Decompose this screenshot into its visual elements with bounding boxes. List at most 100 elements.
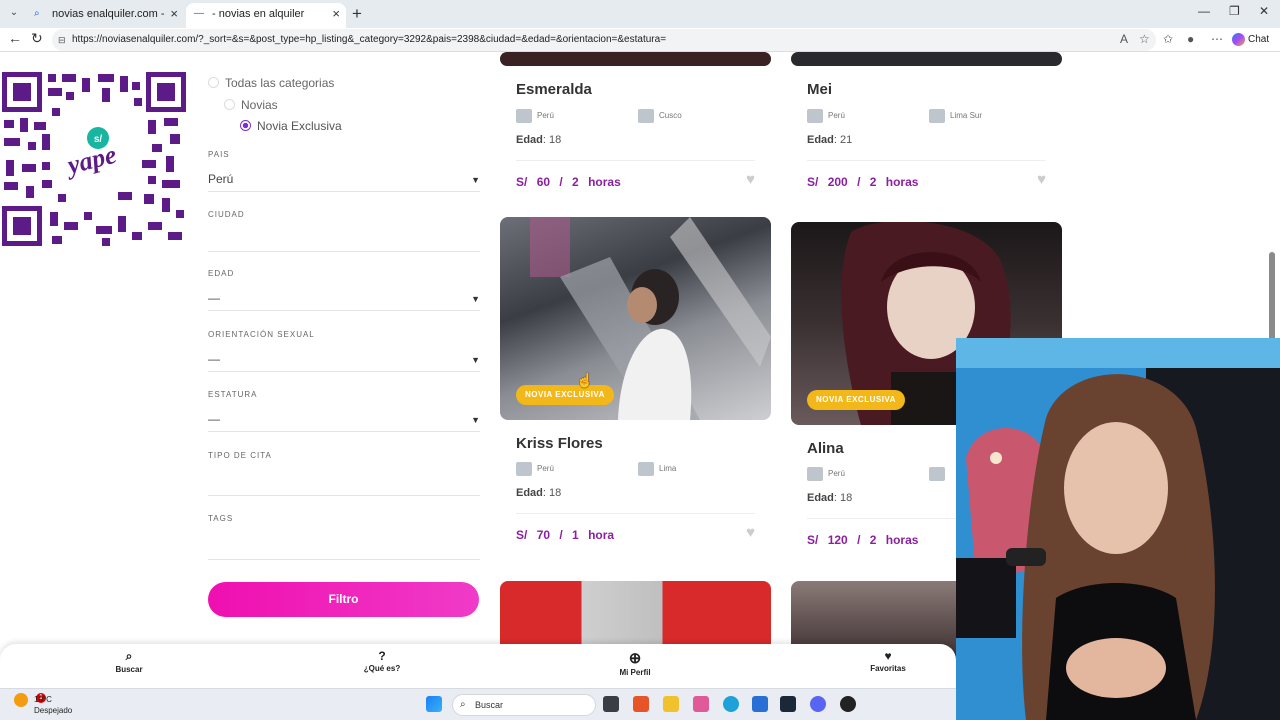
duration: / 2 horas [857,175,919,189]
copilot-icon [1232,33,1245,46]
nav-que-es[interactable]: ? ¿Qué es? [358,649,406,673]
address-bar[interactable]: ⊟ https://noviasenalquiler.com/?_sort=&s… [52,29,1156,51]
country-text: Perú [828,111,845,121]
browser-toolbar: ← ↻ ⊟ https://noviasenalquiler.com/?_sor… [0,28,1280,52]
nav-label: Buscar [115,665,143,674]
city-text: Lima Sur [950,111,983,121]
listing-price: S/ 120 / 2 horas [807,533,918,547]
listing-age: Edad: 21 [807,134,853,146]
filtro-button[interactable]: Filtro [208,582,479,617]
heart-icon[interactable]: ♥ [746,171,755,188]
nav-favoritas[interactable]: ♥ Favoritas [864,649,912,673]
search-icon: ⌕ [125,649,133,663]
tab-novias[interactable]: — - novias en alquiler × [186,3,346,28]
read-aloud-icon[interactable]: A [1120,32,1128,46]
listing-city [929,467,950,481]
city-text: Lima [659,464,677,474]
taskbar-search[interactable]: ⌕ Buscar [452,694,596,716]
more-icon[interactable]: ⋯ [1211,32,1223,46]
building-icon [638,462,654,476]
currency: S/ [516,528,528,542]
chevron-down-icon: ▼ [471,355,480,365]
duration: / 2 horas [857,533,919,547]
price-value: 70 [536,528,551,542]
divider [807,160,1046,161]
brave-icon[interactable] [633,696,649,712]
ciudad-label: CIUDAD [208,210,245,219]
tab-actions-menu-icon[interactable]: ⌄ [6,5,22,21]
radio-checked-icon[interactable] [240,120,251,131]
webcam-overlay [956,338,1280,720]
copilot-app-icon[interactable] [693,696,709,712]
back-icon[interactable]: ← [8,30,22,46]
listing-name[interactable]: Mei [807,81,832,98]
flag-icon [807,467,823,481]
pais-select[interactable]: Perú ▼ [208,170,480,192]
weather-widget[interactable]: 1 10°C Despejado [14,693,72,715]
search-icon: ⌕ [34,8,40,19]
nav-buscar[interactable]: ⌕ Buscar [110,649,148,674]
browser-tab-bar: ⌄ ⌕ novias enalquiler.com - Búsqueda × —… [0,0,1280,42]
listing-photo[interactable] [500,52,771,66]
orientacion-select[interactable]: — ▼ [208,350,480,372]
edad-select[interactable]: — ▼ [208,289,480,311]
chat-label: Chat [1248,34,1270,46]
listing-city: Cusco [638,109,682,123]
exclusive-badge: NOVIA EXCLUSIVA [516,385,614,405]
listing-card[interactable]: NOVIA EXCLUSIVA Kriss Flores Perú Lima E… [500,217,771,555]
listing-card[interactable]: Mei Perú Lima Sur Edad: 21 S/ 200 / 2 ho… [791,52,1062,200]
building-icon [638,109,654,123]
favorites-icon[interactable]: ✩ [1163,32,1173,46]
heart-icon[interactable]: ♥ [746,524,755,541]
listing-price: S/ 70 / 1 hora [516,528,614,542]
store-icon[interactable] [752,696,768,712]
app-icon[interactable] [840,696,856,712]
category-novia-exclusiva[interactable]: Novia Exclusiva [240,119,342,133]
age-value: 18 [549,487,562,499]
radio-icon[interactable] [224,99,235,110]
close-window-icon[interactable]: ✕ [1259,4,1269,18]
estatura-select[interactable]: — ▼ [208,410,480,432]
listing-card[interactable]: Esmeralda Perú Cusco Edad: 18 S/ 60 / 2 … [500,52,771,200]
reload-icon[interactable]: ↻ [31,30,43,47]
category-novias[interactable]: Novias [224,98,278,112]
heart-icon[interactable]: ♥ [1037,171,1046,188]
weather-condition: Despejado [34,706,73,715]
bottom-navigation: ⌕ Buscar ? ¿Qué es? ⊕ Mi Perfil ♥ Favoritas [0,644,956,688]
plus-circle-icon: ⊕ [628,650,642,667]
tab-search[interactable]: ⌕ novias enalquiler.com - Búsqueda × [26,3,184,42]
ciudad-select[interactable] [208,230,480,252]
nav-mi-perfil[interactable]: ⊕ Mi Perfil [612,649,658,677]
listing-name[interactable]: Alina [807,440,844,457]
profile-icon[interactable]: ● [1187,32,1194,46]
restore-icon[interactable]: ❐ [1229,4,1240,18]
steam-icon[interactable] [780,696,796,712]
estatura-label: ESTATURA [208,390,258,399]
category-todas[interactable]: Todas las categorias [208,76,334,90]
scrollbar-thumb[interactable] [1269,252,1275,340]
favorite-star-icon[interactable]: ☆ [1139,32,1150,46]
windows-start-icon[interactable] [426,696,442,712]
tags-input[interactable] [208,538,480,560]
minimize-icon[interactable]: — [1198,4,1210,18]
discord-icon[interactable] [810,696,826,712]
task-view-icon[interactable] [603,696,619,712]
new-tab-icon[interactable]: + [352,3,362,25]
site-info-icon[interactable]: ⊟ [58,29,66,51]
tab-title: - novias en alquiler [212,8,305,20]
orientacion-label: ORIENTACIÓN SEXUAL [208,330,315,339]
price-value: 200 [827,175,848,189]
flag-icon [516,462,532,476]
tipo-cita-select[interactable] [208,474,480,496]
edge-icon[interactable] [723,696,739,712]
radio-icon[interactable] [208,77,219,88]
listing-name[interactable]: Esmeralda [516,81,592,98]
copilot-chat-button[interactable]: Chat [1232,33,1269,46]
chevron-down-icon: ▼ [471,415,480,425]
close-icon[interactable]: × [332,3,340,25]
close-icon[interactable]: × [170,3,178,25]
listing-price: S/ 60 / 2 horas [516,175,621,189]
listing-name[interactable]: Kriss Flores [516,435,603,452]
listing-photo[interactable] [791,52,1062,66]
file-explorer-icon[interactable] [663,696,679,712]
